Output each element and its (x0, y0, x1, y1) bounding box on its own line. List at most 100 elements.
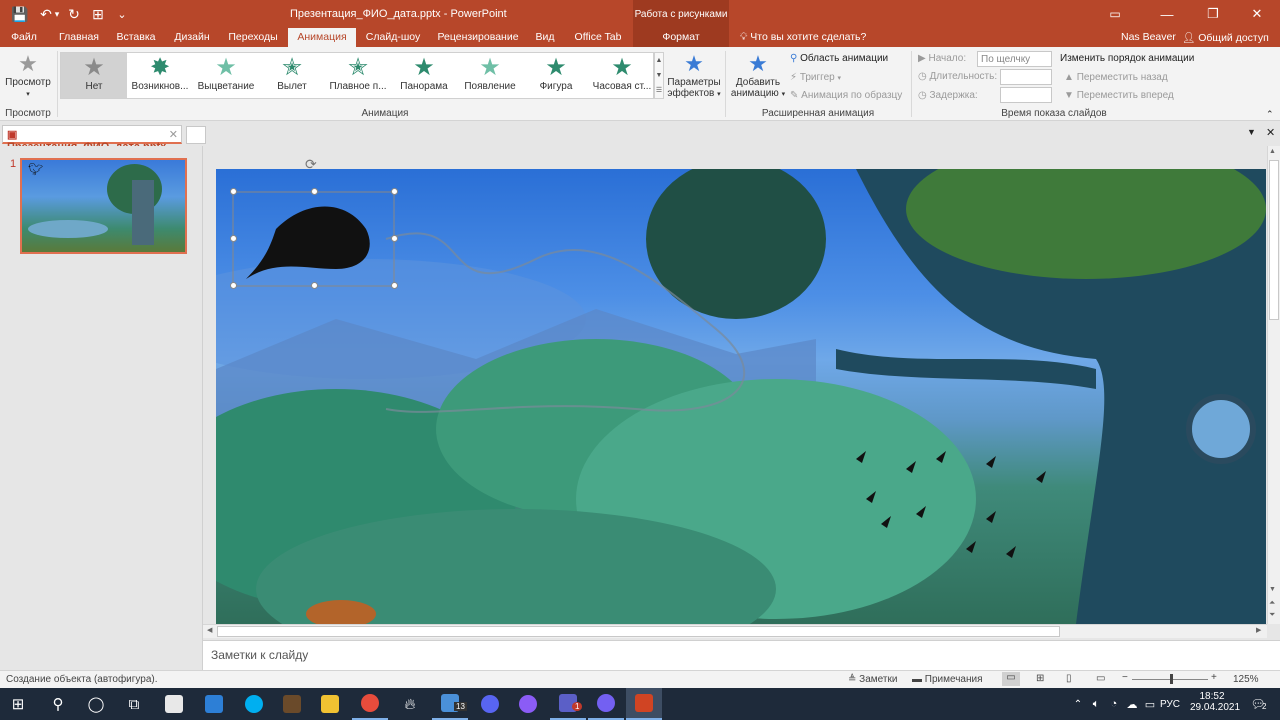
resize-handle[interactable] (230, 282, 237, 289)
minimize-button[interactable]: — (1144, 0, 1190, 28)
close-tab-icon[interactable]: ✕ (169, 128, 178, 141)
file-explorer-icon[interactable] (312, 688, 348, 720)
tab-slideshow[interactable]: Слайд-шоу (360, 28, 426, 47)
next-slide-icon[interactable]: ⏷ (1269, 610, 1275, 620)
store-icon[interactable] (156, 688, 192, 720)
chrome-icon[interactable] (352, 688, 388, 720)
new-tab-button[interactable] (186, 126, 206, 144)
notes-toggle[interactable]: ≜ Заметки (848, 674, 897, 685)
zoom-slider-thumb[interactable] (1170, 674, 1173, 684)
tab-insert[interactable]: Вставка (110, 28, 162, 47)
animation-painter-button[interactable]: ✎ Анимация по образцу (790, 90, 902, 101)
network-icon[interactable]: ◔ (1106, 688, 1122, 720)
tab-view[interactable]: Вид (530, 28, 560, 47)
gallery-item-float-in[interactable]: ✭ Плавное п... (325, 53, 391, 98)
tab-file[interactable]: Файл (4, 28, 44, 47)
slide-sorter-icon[interactable]: ⊞ (1036, 673, 1044, 684)
mail-icon[interactable] (196, 688, 232, 720)
task-view-icon[interactable]: ⧉ (116, 688, 152, 720)
zoom-level[interactable]: 125% (1233, 674, 1259, 685)
tab-review[interactable]: Рецензирование (432, 28, 524, 47)
resize-handle[interactable] (311, 188, 318, 195)
tray-chevron-icon[interactable]: ⌃ (1070, 688, 1086, 720)
gallery-item-shape[interactable]: ★ Фигура (523, 53, 589, 98)
preview-button[interactable]: ★ Просмотр ▾ (2, 51, 54, 99)
tab-list-icon[interactable]: ▼ (1247, 127, 1256, 137)
trigger-button[interactable]: ⚡︎ Триггер ▾ (790, 72, 841, 83)
prev-slide-icon[interactable]: ⏶ (1269, 598, 1275, 608)
scroll-left-icon[interactable]: ◀ (207, 626, 212, 634)
close-button[interactable]: ✕ (1234, 0, 1280, 28)
touch-mode-icon[interactable]: ⊞ (86, 0, 110, 28)
ribbon-display-icon[interactable]: ▭ (1092, 0, 1138, 28)
gallery-item-appear[interactable]: ✸ Возникнов... (127, 53, 193, 98)
restore-button[interactable]: ❐ (1190, 0, 1236, 28)
horizontal-scrollbar[interactable]: ◀ ▶ (203, 624, 1267, 638)
vertical-scroll-thumb[interactable] (1269, 160, 1279, 320)
comments-toggle[interactable]: ▬ Примечания (912, 674, 983, 685)
close-doc-icon[interactable]: ✕ (1266, 126, 1275, 139)
gallery-item-split[interactable]: ★ Панорама (391, 53, 457, 98)
resize-handle[interactable] (391, 282, 398, 289)
notes-pane[interactable]: Заметки к слайду (203, 640, 1280, 670)
vertical-scrollbar[interactable]: ▲ ▼ ⏶ ⏷ (1267, 146, 1280, 624)
horizontal-scroll-thumb[interactable] (217, 626, 1060, 637)
customize-qat-icon[interactable]: ⌄ (110, 0, 134, 28)
reading-view-icon[interactable]: ▯ (1066, 673, 1072, 684)
teams-icon[interactable]: 1 (550, 688, 586, 720)
gallery-item-none[interactable]: ★ Нет (61, 53, 127, 98)
tab-format[interactable]: Формат (633, 28, 729, 47)
tab-transitions[interactable]: Переходы (222, 28, 284, 47)
document-tab[interactable]: ▣ Презентация_ФИО_дата.pptx✕ (2, 125, 182, 153)
share-button[interactable]: 👤︎ Общий доступ (1182, 31, 1269, 44)
skype-icon[interactable] (236, 688, 272, 720)
discord-icon[interactable] (472, 688, 508, 720)
gallery-item-wheel[interactable]: ★ Часовая ст... (589, 53, 655, 98)
scroll-right-icon[interactable]: ▶ (1256, 626, 1261, 634)
slide-canvas[interactable] (216, 169, 1266, 624)
gallery-scroll[interactable]: ▲ ▼ ☰ (654, 52, 664, 99)
effect-options-button[interactable]: ★ Параметры эффектов ▾ (666, 51, 722, 99)
gallery-item-fly-in[interactable]: ✭ Вылет (259, 53, 325, 98)
game-app-icon[interactable] (274, 688, 310, 720)
tab-animations[interactable]: Анимация (288, 28, 356, 47)
resize-handle[interactable] (311, 282, 318, 289)
delay-input[interactable] (1000, 87, 1052, 103)
zoom-out-icon[interactable]: − (1122, 672, 1128, 683)
notifications-icon[interactable]: 💬︎ 2 (1240, 688, 1276, 720)
collapse-ribbon-icon[interactable]: ⌃ (1266, 109, 1274, 120)
tell-me-box[interactable]: 💡︎ Что вы хотите сделать? (740, 31, 866, 44)
tab-design[interactable]: Дизайн (168, 28, 216, 47)
language-indicator[interactable]: РУС (1158, 688, 1182, 720)
search-icon[interactable]: ⚲ (40, 688, 76, 720)
browser-icon[interactable] (510, 688, 546, 720)
battery-icon[interactable]: ▭ (1142, 688, 1158, 720)
flame-app-icon[interactable]: 🔥︎ (392, 688, 428, 720)
animation-pane-button[interactable]: ⚲ Область анимации (790, 53, 888, 64)
zoom-in-icon[interactable]: + (1211, 672, 1217, 683)
chevron-down-icon[interactable]: ▼ (655, 68, 663, 83)
volume-icon[interactable]: 🔈︎ (1088, 688, 1104, 720)
cortana-icon[interactable]: ◯ (78, 688, 114, 720)
resize-handle[interactable] (391, 188, 398, 195)
scroll-down-icon[interactable]: ▼ (1269, 586, 1276, 593)
viber-icon[interactable] (588, 688, 624, 720)
resize-handle[interactable] (391, 235, 398, 242)
save-icon[interactable]: 💾 (8, 0, 32, 28)
clock[interactable]: 18:52 29.04.2021 (1190, 691, 1240, 713)
move-later-button[interactable]: ▼ Переместить вперед (1064, 90, 1174, 101)
scroll-up-icon[interactable]: ▲ (1269, 148, 1276, 155)
slideshow-view-icon[interactable]: ▭ (1096, 673, 1105, 684)
tab-office-tab[interactable]: Office Tab (568, 28, 628, 47)
start-select[interactable]: По щелчку (977, 51, 1052, 67)
chevron-up-icon[interactable]: ▲ (655, 53, 663, 68)
tab-home[interactable]: Главная (52, 28, 106, 47)
move-earlier-button[interactable]: ▲ Переместить назад (1064, 72, 1168, 83)
duration-input[interactable] (1000, 69, 1052, 85)
gallery-item-wipe[interactable]: ★ Появление (457, 53, 523, 98)
user-name[interactable]: Nas Beaver (1121, 31, 1176, 43)
explorer-window-icon[interactable]: 13 (432, 688, 468, 720)
normal-view-icon[interactable]: ▭ (1002, 672, 1020, 686)
add-animation-button[interactable]: ★ Добавить анимацию ▾ (728, 51, 788, 99)
gallery-item-fade[interactable]: ★ Выцветание (193, 53, 259, 98)
